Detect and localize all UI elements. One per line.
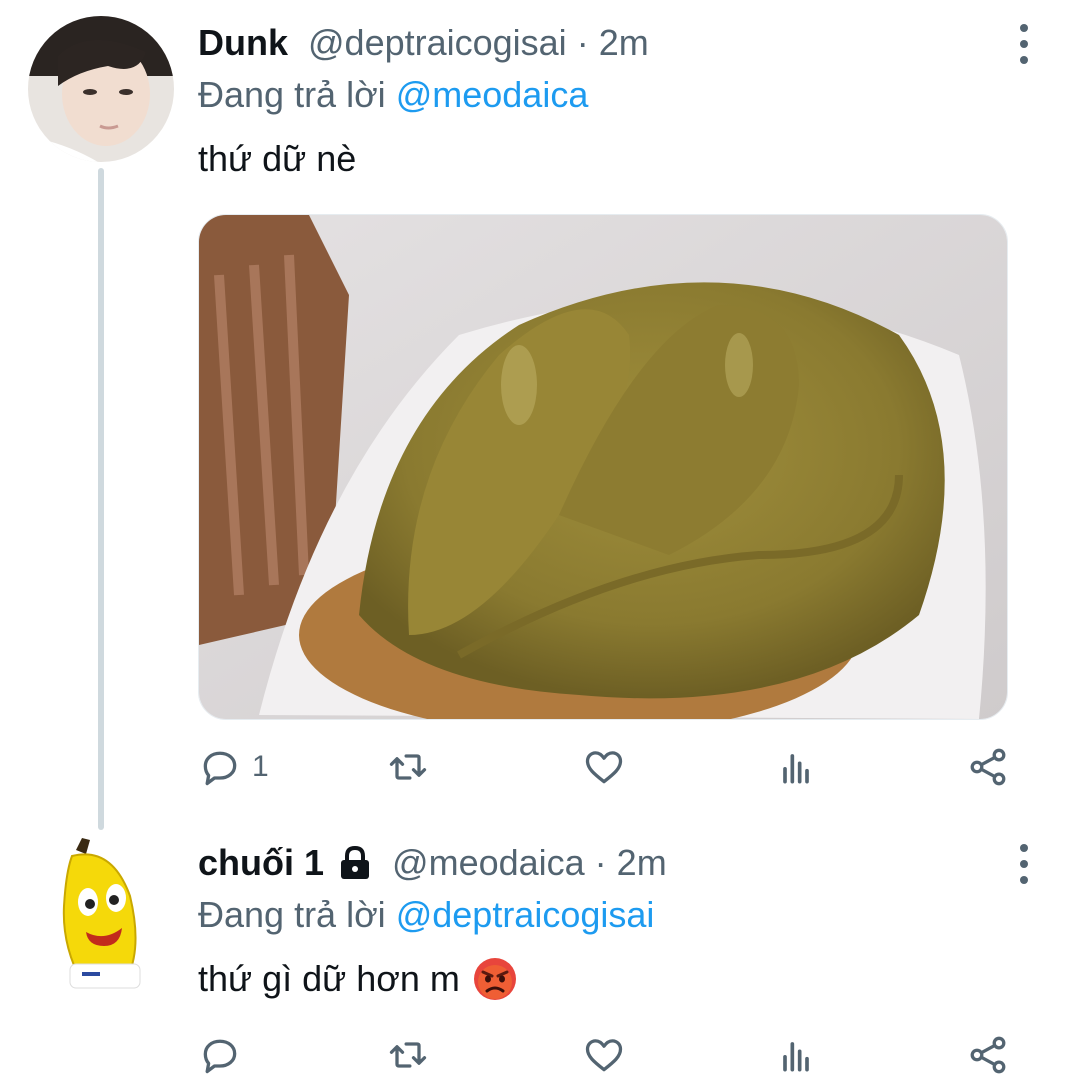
- tweet-actions: 1: [198, 742, 1018, 792]
- avatar[interactable]: [42, 836, 154, 992]
- share-icon: [970, 748, 1006, 786]
- lock-icon: [338, 845, 372, 881]
- timestamp[interactable]: 2m: [617, 842, 667, 884]
- display-name[interactable]: Dunk: [198, 22, 288, 64]
- mention-link[interactable]: @deptraicogisai: [396, 894, 655, 935]
- analytics-icon: [783, 754, 809, 784]
- retweet-button[interactable]: [386, 742, 430, 792]
- username[interactable]: @meodaica: [392, 842, 585, 884]
- reply-button[interactable]: [198, 1030, 242, 1080]
- avatar-photo-icon: [28, 16, 174, 162]
- share-button[interactable]: [966, 1030, 1010, 1080]
- reply-icon: [203, 1039, 237, 1074]
- username[interactable]: @deptraicogisai: [308, 22, 567, 64]
- replying-to: Đang trả lời @deptraicogisai: [198, 894, 654, 936]
- photo-icon: [199, 215, 1007, 719]
- replying-to-label: Đang trả lời: [198, 894, 386, 935]
- tweet-1[interactable]: Dunk @deptraicogisai · 2m Đang trả lời @…: [0, 0, 1080, 830]
- angry-face-emoji: [472, 956, 518, 1002]
- share-button[interactable]: [966, 742, 1010, 792]
- tweet-text: thứ gì dữ hơn m: [198, 956, 518, 1002]
- analytics-icon: [783, 1042, 809, 1072]
- timestamp[interactable]: 2m: [599, 22, 649, 64]
- tweet-2[interactable]: chuối 1 @meodaica · 2m Đang trả lời @dep…: [0, 830, 1080, 1090]
- retweet-button[interactable]: [386, 1030, 430, 1080]
- tweet-header: chuối 1 @meodaica · 2m: [198, 838, 667, 888]
- tweet-actions: [198, 1030, 1018, 1080]
- reply-button[interactable]: 1: [198, 742, 269, 792]
- replying-to: Đang trả lời @meodaica: [198, 74, 588, 116]
- heart-icon: [585, 1039, 623, 1072]
- more-options-icon[interactable]: [1014, 844, 1034, 884]
- tweet-media[interactable]: [198, 214, 1008, 720]
- avatar[interactable]: [28, 16, 174, 162]
- separator: ·: [576, 22, 589, 63]
- display-name[interactable]: chuối 1: [198, 842, 324, 884]
- more-options-icon[interactable]: [1014, 24, 1034, 64]
- separator: ·: [594, 842, 607, 883]
- analytics-button[interactable]: [774, 1030, 818, 1080]
- heart-icon: [585, 751, 623, 784]
- like-button[interactable]: [582, 1030, 626, 1080]
- share-icon: [970, 1036, 1006, 1074]
- like-button[interactable]: [582, 742, 626, 792]
- retweet-icon: [389, 754, 427, 780]
- banana-icon: [62, 838, 141, 989]
- tweet-text-content: thứ dữ nè: [198, 138, 357, 179]
- thread-line: [98, 168, 104, 830]
- tweet-header: Dunk @deptraicogisai · 2m: [198, 18, 649, 68]
- replying-to-label: Đang trả lời: [198, 74, 386, 115]
- retweet-icon: [389, 1042, 427, 1068]
- tweet-text: thứ dữ nè: [198, 138, 356, 180]
- mention-link[interactable]: @meodaica: [396, 74, 589, 115]
- reply-count: 1: [252, 750, 269, 783]
- reply-icon: [203, 751, 237, 786]
- tweet-text-content: thứ gì dữ hơn m: [198, 958, 460, 999]
- analytics-button[interactable]: [774, 742, 818, 792]
